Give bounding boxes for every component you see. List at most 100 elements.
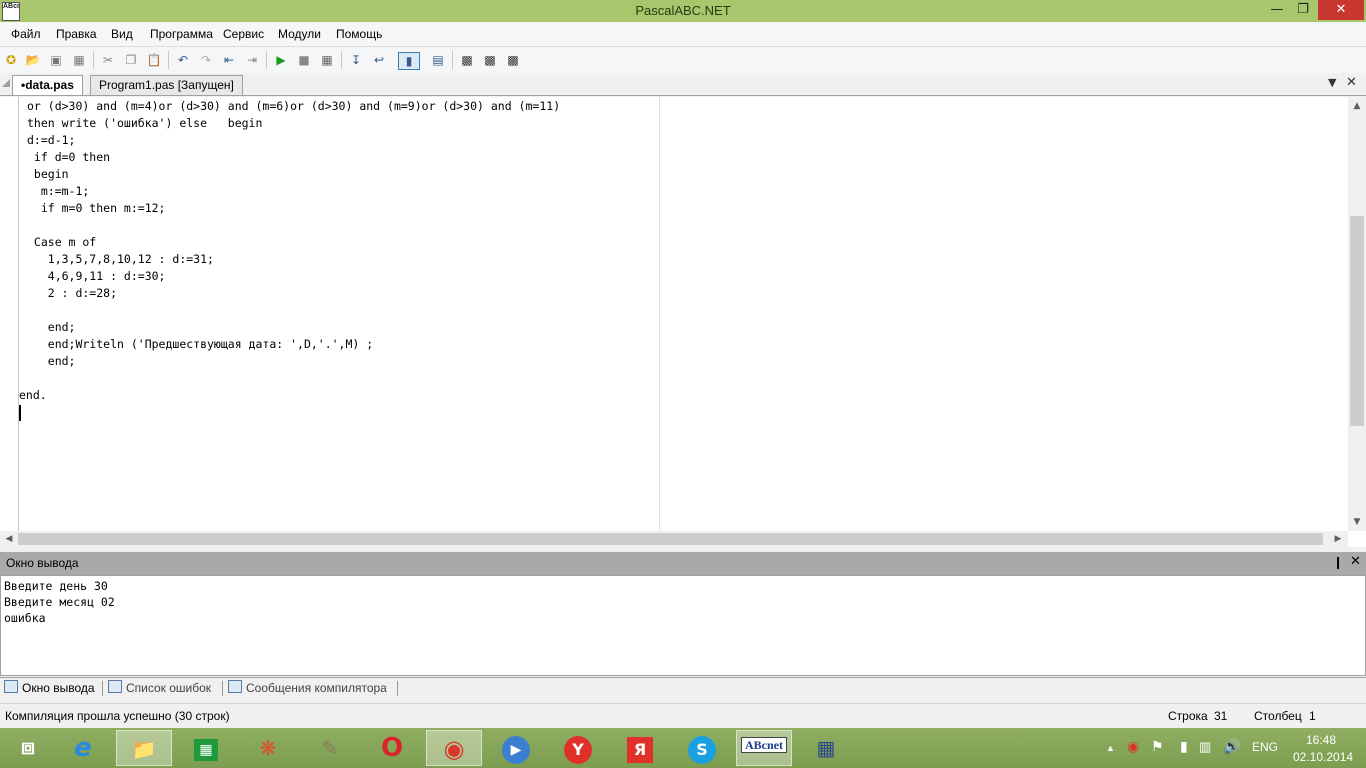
scroll-left-icon[interactable]: ◀ [1,534,17,544]
code-line: m:=m-1; [27,184,90,198]
tab-compiler-messages[interactable]: Сообщения компилятора [228,680,387,697]
language-indicator[interactable]: ENG [1252,740,1278,754]
bottom-tab-bar: Окно вывода Список ошибок Сообщения комп… [0,677,1366,699]
application-icon[interactable]: ▦ [798,730,854,766]
help-topic-icon[interactable]: ▩ [459,52,475,68]
close-button[interactable]: ✕ [1318,0,1364,20]
output-line: Введите день 30 [4,579,108,593]
code-line: if m=0 then m:=12; [27,201,166,215]
tab-separator [102,681,103,696]
step-over-icon[interactable]: ↩ [371,52,387,68]
tab-close-icon[interactable]: ✕ [1346,75,1357,90]
maximize-button[interactable]: ❐ [1290,0,1316,20]
help-reference-icon[interactable]: ▩ [505,52,521,68]
internet-explorer-icon[interactable]: e [55,730,111,766]
compile-icon[interactable]: ▦ [319,52,335,68]
menu-service[interactable]: Сервис [223,27,264,41]
clock-time[interactable]: 16:48 [1306,733,1336,747]
app-icon[interactable]: ABсnet [2,2,20,21]
menu-help[interactable]: Помощь [336,27,382,41]
redo-icon[interactable]: ↷ [198,52,214,68]
error-list-icon [108,680,122,693]
menu-edit[interactable]: Правка [56,27,97,41]
indent-icon[interactable]: ⇥ [244,52,260,68]
code-line: 4,6,9,11 : d:=30; [27,269,166,283]
form-designer-icon[interactable]: ▤ [430,52,446,68]
code-editor[interactable]: or (d>30) and (m=4)or (d>30) and (m=6)or… [0,97,1366,547]
minimize-button[interactable]: — [1264,0,1290,20]
menu-program[interactable]: Программа [150,27,213,41]
taskbar: ⧈ e 📁 ▦ ❋ ✎ O ◉ ▶ Y Я S ABсnet ▦ ▲ ◉ ⚑ ▮… [0,728,1366,768]
yandex-icon[interactable]: Я [612,730,668,766]
battery-icon[interactable]: ▮ [1180,738,1188,755]
column-value: 1 [1309,709,1316,723]
tray-app-icon[interactable]: ◉ [1127,738,1139,755]
windows-start-icon[interactable]: ⧈ [0,730,56,766]
menu-view[interactable]: Вид [111,27,133,41]
paste-icon[interactable]: 📋 [146,52,162,68]
output-line: ошибка [4,611,46,625]
code-line: end; [27,354,76,368]
cut-icon[interactable]: ✂ [100,52,116,68]
code-line: then write ('ошибка') else begin [27,116,263,130]
run-icon[interactable]: ▶ [273,52,289,68]
scroll-down-icon[interactable]: ▼ [1349,517,1365,527]
help-index-icon[interactable]: ▩ [482,52,498,68]
unindent-icon[interactable]: ⇤ [221,52,237,68]
save-icon[interactable]: ▣ [48,52,64,68]
vertical-scroll-thumb[interactable] [1350,216,1364,426]
scroll-right-icon[interactable]: ▶ [1330,534,1346,544]
clock-date[interactable]: 02.10.2014 [1293,750,1353,764]
code-line: Case m of [27,235,97,249]
text-caret [19,405,21,421]
file-explorer-icon[interactable]: 📁 [116,730,172,766]
code-line: d:=d-1; [27,133,76,147]
menu-file[interactable]: Файл [11,27,41,41]
scroll-up-icon[interactable]: ▲ [1349,101,1365,111]
action-center-flag-icon[interactable]: ⚑ [1151,738,1164,755]
code-line: end; [27,320,76,334]
tab-output-window[interactable]: Окно вывода [4,680,95,697]
status-message: Компиляция прошла успешно (30 строк) [5,709,230,723]
open-folder-icon[interactable]: 📂 [25,52,41,68]
step-into-icon[interactable]: ↧ [348,52,364,68]
volume-icon[interactable]: 🔊 [1223,738,1240,755]
store-icon[interactable]: ▦ [178,730,234,766]
output-pane-title: Окно вывода [6,556,79,570]
code-line: end. [19,388,47,402]
code-line: end;Writeln ('Предшествующая дата: ',D,'… [27,337,374,351]
output-window-toggle-icon[interactable]: ▮ [398,52,420,70]
tab-separator [397,681,398,696]
output-close-icon[interactable]: ✕ [1350,554,1361,569]
undo-icon[interactable]: ↶ [175,52,191,68]
network-signal-icon[interactable]: ▥ [1199,739,1211,755]
tab-error-list[interactable]: Список ошибок [108,680,211,697]
picasa-icon[interactable]: ❋ [240,730,296,766]
pascalabc-taskbar-icon[interactable]: ABсnet [736,730,792,766]
tab-output-window-label: Окно вывода [22,681,95,695]
toolbar: ✪ 📂 ▣ ▦ ✂ ❐ 📋 ↶ ↷ ⇤ ⇥ ▶ ■ ▦ ↧ ↩ ▮ ▤ ▩ ▩ … [0,47,1366,74]
copy-icon[interactable]: ❐ [123,52,139,68]
save-all-icon[interactable]: ▦ [71,52,87,68]
tab-corner [2,79,10,87]
sound-icon[interactable]: ▶ [488,730,544,766]
column-label: Столбец [1254,709,1302,723]
menu-modules[interactable]: Модули [278,27,321,41]
opera-icon[interactable]: O [364,730,420,766]
tab-data-pas[interactable]: •data.pas [12,75,83,95]
tray-expand-icon[interactable]: ▲ [1106,743,1115,753]
tab-program1-pas[interactable]: Program1.pas [Запущен] [90,75,243,95]
yandex-browser-icon[interactable]: Y [550,730,606,766]
chrome-icon[interactable]: ◉ [426,730,482,766]
tab-list-dropdown-icon[interactable]: ▼ [1328,76,1336,89]
new-file-icon[interactable]: ✪ [3,52,19,68]
stop-icon[interactable]: ■ [296,52,312,68]
title-bar: PascalABC.NET [0,0,1366,22]
output-window-icon [4,680,18,693]
horizontal-scroll-thumb[interactable] [18,533,1323,545]
menu-bar: Файл Правка Вид Программа Сервис Модули … [0,22,1366,47]
output-text-area[interactable]: Введите день 30 Введите месяц 02 ошибка [0,575,1366,676]
skype-icon[interactable]: S [674,730,730,766]
paint-icon[interactable]: ✎ [302,730,358,766]
pin-icon[interactable]: ❙ [1333,555,1343,569]
